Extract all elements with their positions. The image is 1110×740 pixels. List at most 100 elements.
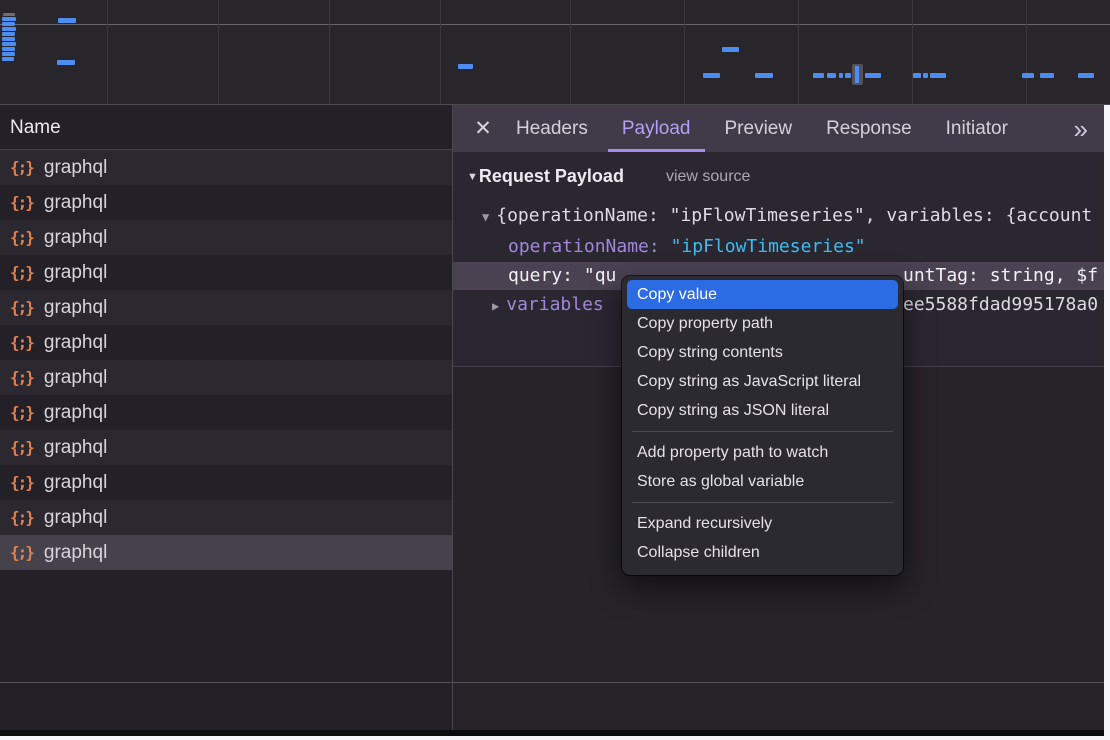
overview-gridline — [440, 0, 441, 104]
request-timing-bar — [458, 64, 473, 69]
context-menu-item-expand-recursively[interactable]: Expand recursively — [622, 509, 903, 538]
overview-gridline — [329, 0, 330, 104]
context-menu-item-copy-string-as-javascript-literal[interactable]: Copy string as JavaScript literal — [622, 367, 903, 396]
context-menu-item-add-property-path-to-watch[interactable]: Add property path to watch — [622, 438, 903, 467]
request-timing-bar — [913, 73, 921, 78]
overview-gridline — [218, 0, 219, 104]
request-name: graphql — [44, 227, 107, 249]
context-menu-item-collapse-children[interactable]: Collapse children — [622, 538, 903, 567]
json-braces-icon: {;} — [10, 438, 35, 457]
tab-preview[interactable]: Preview — [711, 105, 807, 152]
request-timing-bar — [703, 73, 720, 78]
payload-object-preview: {operationName: "ipFlowTimeseries", vari… — [496, 205, 1092, 226]
request-name: graphql — [44, 367, 107, 389]
request-timing-bar — [2, 37, 15, 41]
json-braces-icon: {;} — [10, 193, 35, 212]
context-menu-item-store-as-global-variable[interactable]: Store as global variable — [622, 467, 903, 496]
name-column-header[interactable]: Name — [0, 105, 452, 150]
network-request-row[interactable]: {;} graphql — [0, 150, 452, 185]
requests-panel: Name {;}graphql{;}graphql{;}graphql{;}gr… — [0, 105, 453, 730]
json-braces-icon: {;} — [10, 473, 35, 492]
network-request-row[interactable]: {;} graphql — [0, 395, 452, 430]
view-source-link[interactable]: view source — [666, 168, 750, 186]
payload-value-fragment: untTag: string, $f — [903, 262, 1098, 290]
request-timing-bar — [2, 32, 15, 36]
json-braces-icon: {;} — [10, 333, 35, 352]
request-timing-bar — [2, 27, 16, 31]
request-timing-bar — [2, 22, 15, 26]
request-timing-bar — [2, 17, 16, 21]
payload-value-fragment: ee5588fdad995178a0 — [903, 291, 1098, 318]
network-request-row[interactable]: {;}graphql — [0, 290, 452, 325]
tab-initiator[interactable]: Initiator — [932, 105, 1022, 152]
status-bar-divider — [0, 682, 1104, 683]
network-request-row[interactable]: {;} graphql — [0, 220, 452, 255]
network-request-row[interactable]: {;} graphql — [0, 185, 452, 220]
request-timing-bar — [2, 57, 14, 61]
request-timing-bar — [827, 73, 836, 78]
network-request-row[interactable]: {;} graphql — [0, 465, 452, 500]
json-braces-icon: {;} — [10, 403, 35, 422]
request-name: graphql — [44, 472, 107, 494]
payload-object-preview-row[interactable]: ▼ {operationName: "ipFlowTimeseries", var… — [453, 202, 1104, 229]
overview-gridline — [798, 0, 799, 104]
tree-expand-triangle-icon[interactable]: ▼ — [482, 210, 489, 224]
tab-payload[interactable]: Payload — [608, 105, 705, 152]
json-braces-icon: {;} — [10, 508, 35, 527]
payload-string-value: "ipFlowTimeseries" — [671, 236, 866, 257]
context-menu-item-copy-value[interactable]: Copy value — [627, 280, 898, 309]
close-icon[interactable]: ✕ — [467, 114, 499, 144]
network-request-row[interactable]: {;} graphql — [0, 500, 452, 535]
payload-key: operationName: — [508, 236, 660, 257]
menu-separator — [632, 431, 893, 432]
context-menu-item-copy-string-contents[interactable]: Copy string contents — [622, 338, 903, 367]
request-payload-title: Request Payload — [479, 166, 624, 187]
tab-strip: HeadersPayloadPreviewResponseInitiator — [499, 105, 1025, 152]
network-request-row[interactable]: {;}graphql — [0, 535, 452, 570]
network-request-row[interactable]: {;}graphql — [0, 430, 452, 465]
overview-gridline — [107, 0, 108, 104]
network-request-row[interactable]: {;}graphql — [0, 325, 452, 360]
request-name: graphql — [44, 262, 107, 284]
request-timing-bar — [2, 42, 16, 46]
context-menu-item-copy-string-as-json-literal[interactable]: Copy string as JSON literal — [622, 396, 903, 425]
context-menu-item-copy-property-path[interactable]: Copy property path — [622, 309, 903, 338]
tab-response[interactable]: Response — [812, 105, 926, 152]
json-braces-icon: {;} — [10, 298, 35, 317]
request-list: {;} graphql {;} graphql {;} graphql {;} graphql… — [0, 150, 452, 570]
request-timing-bar — [2, 47, 15, 51]
overview-gridline — [912, 0, 913, 104]
tab-headers[interactable]: Headers — [502, 105, 602, 152]
payload-key: query: "qu — [508, 265, 616, 286]
request-name: graphql — [44, 402, 107, 424]
double-chevron-icon[interactable]: » — [1074, 116, 1088, 142]
overview-gridline — [1026, 0, 1027, 104]
network-request-row[interactable]: {;} graphql — [0, 255, 452, 290]
network-request-row[interactable]: {;} graphql — [0, 360, 452, 395]
tree-collapsed-triangle-icon[interactable]: ▶ — [492, 299, 499, 313]
request-name: graphql — [44, 507, 107, 529]
request-name: graphql — [44, 157, 107, 179]
json-braces-icon: {;} — [10, 543, 35, 562]
window-bottom-edge — [0, 730, 1104, 736]
section-expand-triangle-icon[interactable]: ▼ — [467, 171, 478, 183]
request-timing-bar — [722, 47, 739, 52]
request-payload-section[interactable]: ▼ Request Payload view source — [453, 163, 1104, 190]
request-timing-bar — [839, 73, 843, 78]
network-overview-timeline[interactable] — [0, 0, 1110, 105]
details-tab-bar: ✕ HeadersPayloadPreviewResponseInitiator… — [453, 105, 1104, 152]
request-timing-bar — [2, 52, 15, 56]
json-braces-icon: {;} — [10, 263, 35, 282]
request-timing-bar — [3, 13, 15, 16]
json-braces-icon: {;} — [10, 158, 35, 177]
request-timing-bar — [865, 73, 881, 78]
request-timing-bar — [1022, 73, 1034, 78]
request-timing-bar — [1040, 73, 1054, 78]
json-braces-icon: {;} — [10, 368, 35, 387]
overview-gridline — [684, 0, 685, 104]
json-braces-icon: {;} — [10, 228, 35, 247]
request-timing-bar — [845, 73, 851, 78]
payload-key: variables — [506, 294, 604, 315]
payload-row-operation-name[interactable]: operationName: "ipFlowTimeseries" — [453, 233, 1104, 260]
request-name: graphql — [44, 192, 107, 214]
